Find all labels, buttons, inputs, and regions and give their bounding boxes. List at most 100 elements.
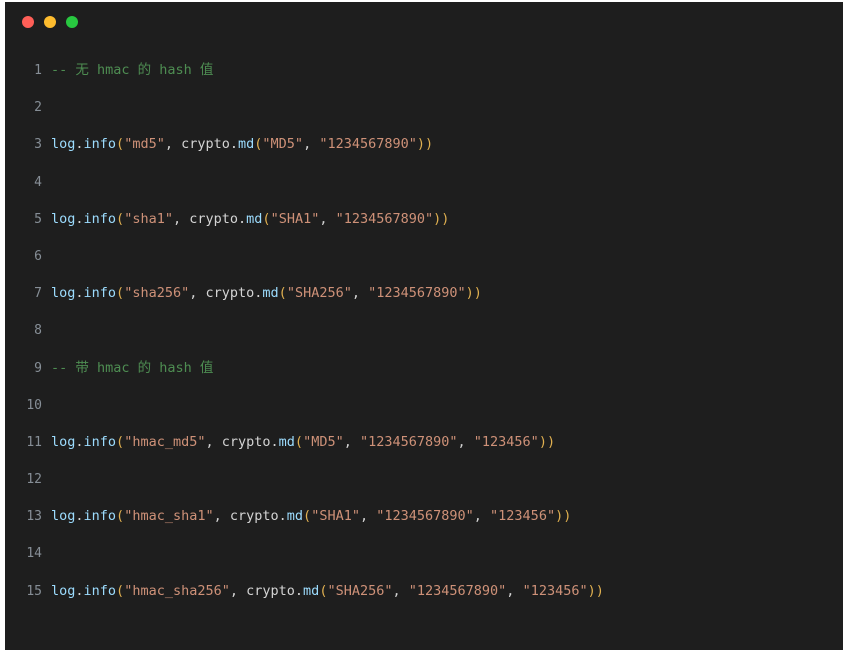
token-paren: (	[116, 285, 125, 302]
code-line[interactable]: 3 log.info("md5", crypto.md("MD5", "12345…	[5, 126, 843, 163]
line-number: 11	[26, 434, 42, 450]
code-line[interactable]: 15 log.info("hmac_sha256", crypto.md("SHA…	[5, 573, 843, 610]
token-plain: .	[75, 210, 84, 227]
line-number: 1	[34, 63, 42, 78]
token-var: md	[246, 210, 263, 227]
code-line[interactable]: 1 -- 无 hmac 的 hash 值	[5, 52, 843, 89]
token-plain: ,	[303, 136, 320, 153]
line-source: -- 无 hmac 的 hash 值	[51, 52, 213, 89]
token-string: "hmac_sha1"	[124, 508, 214, 525]
token-comment: -- 无 hmac 的 hash 值	[51, 62, 214, 78]
token-paren: ))	[555, 508, 572, 525]
line-source: log.info("hmac_sha1", crypto.md("SHA1", …	[51, 498, 571, 535]
token-string: "SHA256"	[286, 285, 352, 302]
token-plain: crypto	[246, 582, 295, 599]
token-string: "MD5"	[303, 433, 344, 450]
token-var: log	[51, 136, 76, 153]
token-paren: ))	[416, 136, 434, 153]
token-var: log	[51, 582, 76, 599]
code-line[interactable]: 6	[5, 238, 843, 275]
code-line[interactable]: 2	[5, 89, 843, 126]
line-number: 9	[34, 360, 42, 376]
maximize-window-icon[interactable]	[66, 16, 78, 28]
code-line[interactable]: 14	[5, 535, 843, 572]
token-paren: (	[294, 433, 304, 450]
token-string: "1234567890"	[319, 136, 417, 153]
token-plain: ,	[205, 433, 222, 450]
token-var: info	[83, 433, 117, 450]
token-plain: .	[75, 433, 84, 450]
line-number: 15	[26, 583, 42, 599]
token-string: "1234567890"	[335, 210, 434, 227]
token-plain: .	[294, 582, 304, 599]
token-plain: .	[229, 136, 239, 153]
line-source: log.info("sha256", crypto.md("SHA256", "…	[51, 275, 482, 312]
token-string: "SHA256"	[327, 582, 393, 599]
line-source: log.info("sha1", crypto.md("SHA1", "1234…	[51, 201, 449, 238]
token-paren: (	[116, 508, 125, 525]
token-var: log	[51, 285, 76, 302]
window-titlebar	[5, 2, 843, 42]
token-string: "hmac_md5"	[124, 433, 206, 450]
line-source: log.info("md5", crypto.md("MD5", "123456…	[51, 126, 433, 163]
token-string: "sha256"	[124, 285, 190, 302]
token-plain: ,	[229, 582, 247, 599]
code-line[interactable]: 11 log.info("hmac_md5", crypto.md("MD5", …	[5, 424, 843, 461]
line-number: 2	[34, 100, 42, 116]
token-string: "123456"	[522, 582, 588, 599]
code-line[interactable]: 4	[5, 164, 843, 201]
token-plain: crypto	[189, 210, 239, 227]
token-paren: (	[278, 285, 287, 302]
window-controls	[22, 16, 78, 28]
token-var: info	[83, 508, 117, 525]
code-line[interactable]: 13 log.info("hmac_sha1", crypto.md("SHA1"…	[5, 498, 843, 535]
token-paren: ))	[433, 210, 450, 227]
close-window-icon[interactable]	[22, 16, 34, 28]
token-plain: crypto	[221, 433, 271, 450]
token-plain: ,	[189, 285, 206, 302]
code-line[interactable]: 7 log.info("sha256", crypto.md("SHA256", …	[5, 275, 843, 312]
token-var: md	[278, 433, 295, 450]
token-var: info	[83, 285, 117, 302]
code-line[interactable]: 10	[5, 387, 843, 424]
line-number: 8	[34, 323, 42, 339]
code-editor[interactable]: 1 -- 无 hmac 的 hash 值 2 3 log.info("md5", cry…	[5, 42, 843, 610]
token-string: "123456"	[490, 508, 556, 525]
token-string: "MD5"	[262, 136, 304, 153]
token-var: md	[262, 285, 279, 302]
token-plain: crypto	[205, 285, 255, 302]
token-paren: (	[116, 210, 125, 227]
token-string: "1234567890"	[376, 508, 474, 525]
line-source: log.info("hmac_md5", crypto.md("MD5", "1…	[51, 424, 555, 461]
token-plain: .	[270, 433, 279, 450]
token-plain: ,	[351, 285, 369, 302]
token-plain: ,	[319, 210, 336, 227]
token-string: "SHA1"	[311, 508, 360, 525]
token-plain: .	[75, 582, 84, 599]
line-number: 3	[34, 137, 42, 153]
code-line[interactable]: 9 -- 带 hmac 的 hash 值	[5, 350, 843, 387]
token-plain: ,	[473, 508, 491, 525]
line-source: log.info("hmac_sha256", crypto.md("SHA25…	[51, 573, 604, 610]
token-var: info	[83, 582, 117, 599]
code-line[interactable]: 8	[5, 312, 843, 349]
token-plain: .	[75, 508, 84, 525]
token-string: "1234567890"	[368, 285, 466, 302]
token-var: log	[51, 508, 76, 525]
token-plain: ,	[359, 508, 377, 525]
minimize-window-icon[interactable]	[44, 16, 56, 28]
code-line[interactable]: 12	[5, 461, 843, 498]
token-plain: ,	[213, 508, 230, 525]
token-var: info	[83, 136, 117, 153]
token-paren: (	[116, 582, 125, 599]
token-paren: (	[116, 433, 125, 450]
code-line[interactable]: 5 log.info("sha1", crypto.md("SHA1", "123…	[5, 201, 843, 238]
token-string: "1234567890"	[359, 433, 458, 450]
token-plain: .	[278, 508, 287, 525]
token-var: md	[303, 582, 320, 599]
line-number: 14	[26, 546, 42, 562]
line-number: 5	[34, 211, 42, 227]
token-plain: ,	[164, 136, 182, 153]
token-plain: .	[75, 136, 84, 153]
token-plain: ,	[172, 210, 190, 227]
